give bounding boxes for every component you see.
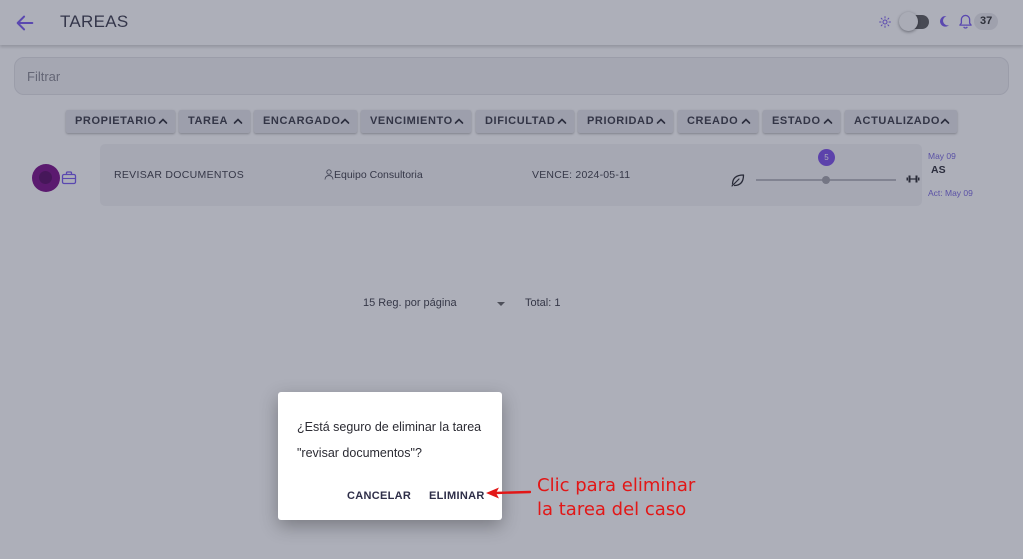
delete-button[interactable]: ELIMINAR — [429, 490, 485, 502]
modal-overlay[interactable] — [0, 0, 1023, 559]
annotation-line-1: Clic para eliminar — [537, 475, 696, 496]
delete-confirm-dialog: ¿Está seguro de eliminar la tarea "revis… — [278, 392, 502, 520]
annotation-line-2: la tarea del caso — [537, 499, 687, 520]
annotation-arrow-icon — [486, 487, 531, 499]
cancel-button[interactable]: CANCELAR — [347, 490, 411, 502]
dialog-message: ¿Está seguro de eliminar la tarea "revis… — [297, 420, 482, 460]
annotation-text: Clic para eliminar la tarea del caso — [537, 474, 695, 522]
